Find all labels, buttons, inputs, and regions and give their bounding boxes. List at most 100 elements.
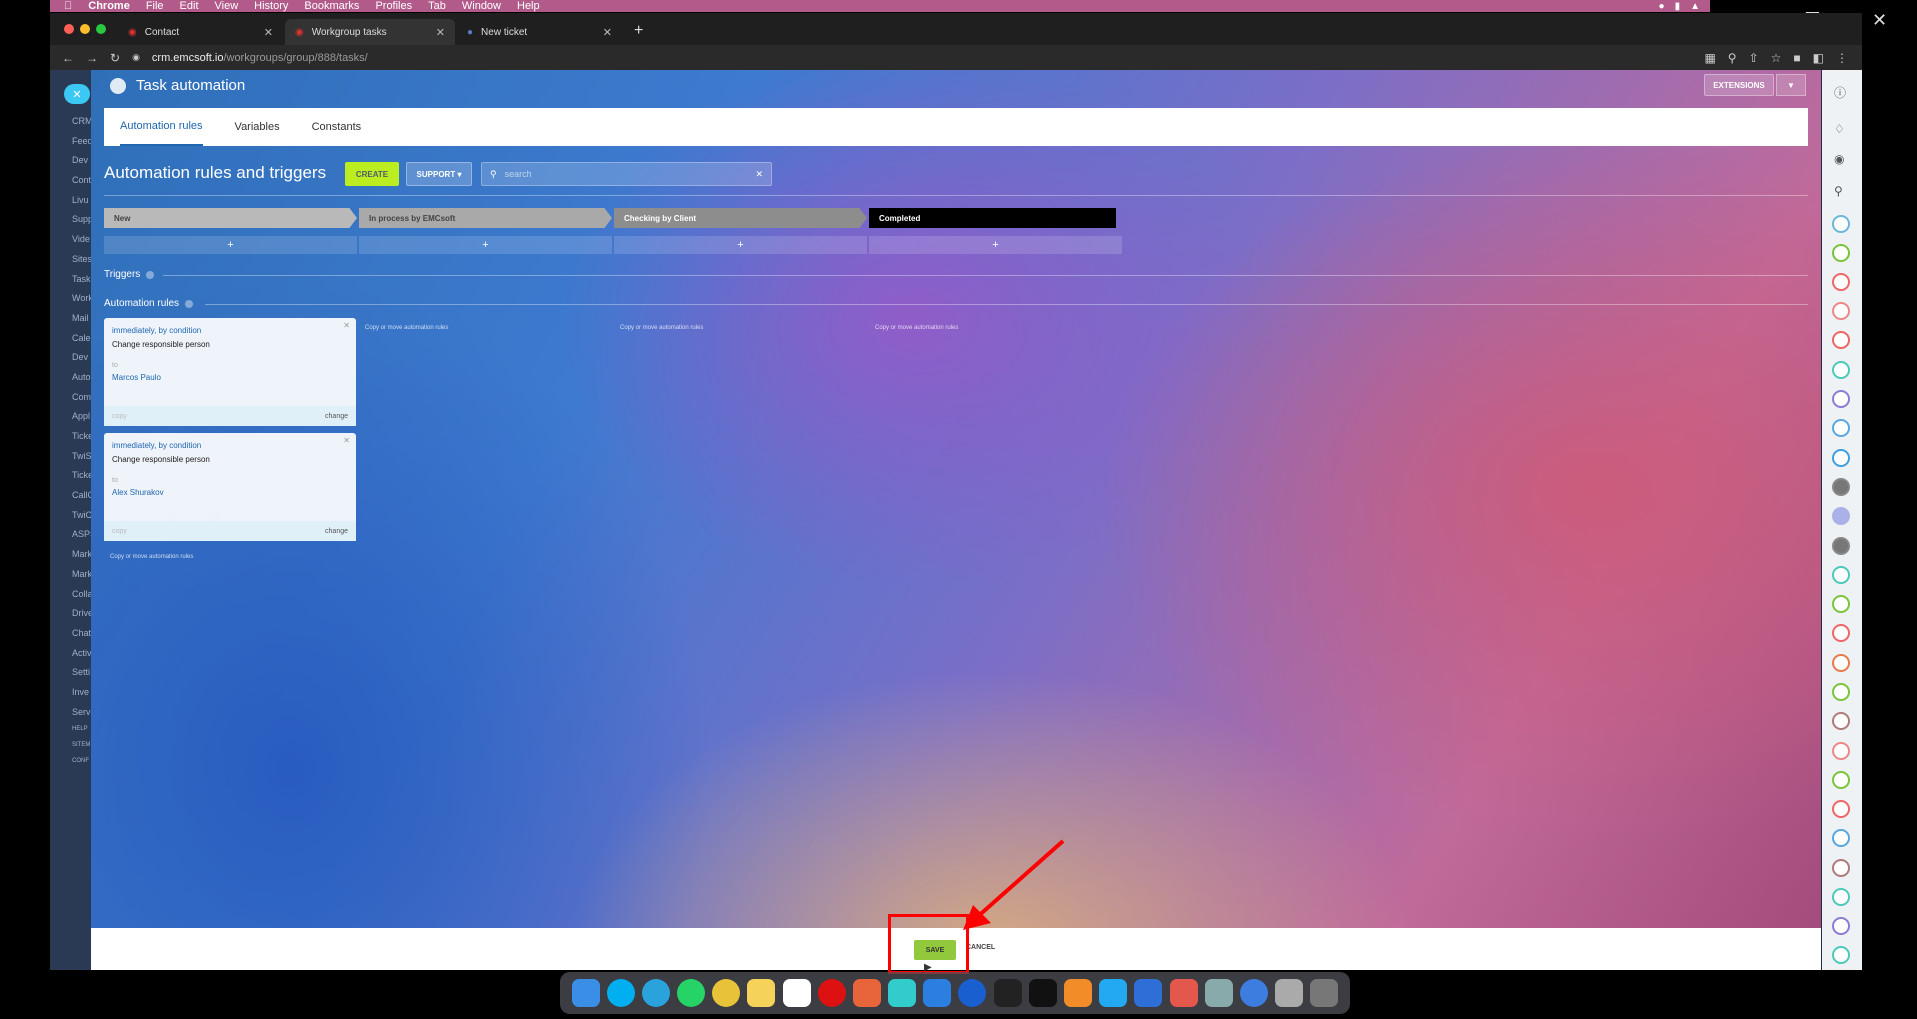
search-input[interactable] — [504, 169, 748, 179]
more-icon[interactable]: ⋮ — [1836, 51, 1848, 65]
call-icon[interactable] — [1832, 624, 1850, 642]
menu-profiles[interactable]: Profiles — [375, 0, 412, 12]
copy-move-rules-link[interactable]: Copy or move automation rules — [365, 325, 448, 331]
contacts-icon[interactable]: ◉ — [1834, 152, 1844, 166]
stage-checking[interactable]: Checking by Client — [614, 208, 867, 228]
call-icon[interactable] — [1832, 419, 1850, 437]
change-link[interactable]: change — [325, 413, 348, 420]
calendar-icon[interactable] — [782, 979, 811, 1007]
call-icon[interactable] — [1832, 390, 1850, 408]
battery-icon[interactable]: ▮ — [1675, 1, 1681, 12]
back-icon[interactable]: ← — [62, 51, 74, 65]
user-avatar[interactable] — [1832, 537, 1850, 555]
call-icon[interactable] — [1832, 302, 1850, 320]
add-trigger-button[interactable]: + — [104, 236, 357, 254]
help-icon[interactable] — [185, 299, 194, 308]
bell-icon[interactable]: ♢ — [1834, 122, 1845, 136]
whatsapp-icon[interactable] — [677, 979, 706, 1007]
bluetooth-icon[interactable]: ● — [1659, 1, 1665, 12]
tab-automation-rules[interactable]: Automation rules — [120, 108, 203, 146]
copy-link[interactable]: copy — [112, 413, 127, 420]
automation-rule-card[interactable]: ✕ immediately, by condition Change respo… — [104, 433, 356, 541]
forward-icon[interactable]: → — [86, 51, 98, 65]
vscode-icon[interactable] — [1099, 979, 1128, 1007]
quicktime-icon[interactable] — [1239, 979, 1268, 1007]
browser-tab-workgroup[interactable]: ◉ Workgroup tasks ✕ — [285, 19, 455, 45]
translate-icon[interactable]: ▦ — [1704, 51, 1715, 65]
add-trigger-button[interactable]: + — [359, 236, 612, 254]
help-icon[interactable]: ⓘ — [1834, 84, 1846, 101]
add-trigger-button[interactable]: + — [869, 236, 1122, 254]
zoom-dot-icon[interactable] — [96, 24, 106, 34]
add-trigger-button[interactable]: + — [614, 236, 867, 254]
ticket-icon[interactable] — [1832, 361, 1850, 379]
user-avatar[interactable] — [1832, 507, 1850, 525]
finder-icon[interactable] — [571, 979, 600, 1007]
copy-link[interactable]: copy — [112, 528, 127, 535]
puzzle-icon[interactable]: ■ — [1793, 51, 1800, 65]
call-icon[interactable] — [1832, 829, 1850, 847]
call-icon[interactable] — [1832, 917, 1850, 935]
word-icon[interactable] — [1134, 979, 1163, 1007]
close-dot-icon[interactable] — [64, 24, 74, 34]
call-icon[interactable] — [1832, 771, 1850, 789]
bitrix24-icon[interactable] — [852, 979, 881, 1007]
copy-move-rules-link[interactable]: Copy or move automation rules — [620, 325, 703, 331]
menu-edit[interactable]: Edit — [180, 0, 199, 12]
preview-icon[interactable] — [1204, 979, 1233, 1007]
menu-view[interactable]: View — [215, 0, 239, 12]
rule-condition[interactable]: immediately, by condition — [112, 441, 201, 450]
chat-avatar-icon[interactable] — [1832, 215, 1850, 233]
close-tab-icon[interactable]: ✕ — [603, 26, 612, 39]
browser-tab-new-ticket[interactable]: ● New ticket ✕ — [457, 19, 622, 45]
clear-search-icon[interactable]: ✕ — [755, 169, 763, 180]
call-icon[interactable] — [1832, 742, 1850, 760]
tab-constants[interactable]: Constants — [312, 108, 362, 146]
close-tab-icon[interactable]: ✕ — [264, 26, 273, 39]
opera-icon[interactable] — [817, 979, 846, 1007]
automator-icon[interactable] — [1275, 979, 1304, 1007]
launchpad-icon[interactable] — [1169, 979, 1198, 1007]
chrome-icon[interactable] — [712, 979, 741, 1007]
copy-move-rules-link[interactable]: Copy or move automation rules — [875, 325, 958, 331]
ticket-icon[interactable] — [1832, 595, 1850, 613]
menu-window[interactable]: Window — [462, 0, 501, 12]
ticket-icon[interactable] — [1832, 712, 1850, 730]
change-link[interactable]: change — [325, 528, 348, 535]
sublime-icon[interactable] — [1063, 979, 1092, 1007]
lock-icon[interactable] — [1832, 449, 1850, 467]
close-window-icon[interactable]: ✕ — [1872, 10, 1887, 31]
user-avatar[interactable] — [1832, 478, 1850, 496]
stage-completed[interactable]: Completed — [869, 208, 1116, 228]
minimize-dot-icon[interactable] — [80, 24, 90, 34]
ticket-icon[interactable] — [1832, 683, 1850, 701]
share-icon[interactable]: ⇧ — [1749, 51, 1759, 65]
url-field[interactable]: crm.emcsoft.io/workgroups/group/888/task… — [152, 52, 368, 64]
ticket-icon[interactable] — [1832, 654, 1850, 672]
close-slider-icon[interactable]: ✕ — [64, 84, 90, 104]
app-icon[interactable] — [888, 979, 917, 1007]
zoom-icon[interactable]: ⚲ — [1728, 51, 1737, 65]
ticket-icon[interactable] — [1832, 888, 1850, 906]
telegram-icon[interactable] — [641, 979, 670, 1007]
tab-variables[interactable]: Variables — [235, 108, 280, 146]
stage-in-process[interactable]: In process by EMCsoft — [359, 208, 612, 228]
rule-condition[interactable]: immediately, by condition — [112, 326, 201, 335]
create-button[interactable]: CREATE — [345, 162, 399, 186]
activity-monitor-icon[interactable] — [993, 979, 1022, 1007]
menu-bookmarks[interactable]: Bookmarks — [304, 0, 359, 12]
trash-icon[interactable] — [1310, 979, 1339, 1007]
skype-icon[interactable] — [606, 979, 635, 1007]
menu-history[interactable]: History — [254, 0, 288, 12]
call-icon[interactable] — [1832, 273, 1850, 291]
rule-person[interactable]: Alex Shurakov — [112, 488, 164, 497]
browser-tab-contact[interactable]: ◉ Contact ✕ — [118, 19, 283, 45]
call-icon[interactable] — [1832, 859, 1850, 877]
ticket-icon[interactable] — [1832, 566, 1850, 584]
menu-app-name[interactable]: Chrome — [88, 0, 130, 12]
copy-move-rules-link[interactable]: Copy or move automation rules — [110, 554, 193, 560]
call-icon[interactable] — [1832, 331, 1850, 349]
extensions-button[interactable]: EXTENSIONS — [1704, 74, 1774, 96]
cancel-button[interactable]: CANCEL — [966, 944, 995, 951]
call-icon[interactable] — [1832, 244, 1850, 262]
